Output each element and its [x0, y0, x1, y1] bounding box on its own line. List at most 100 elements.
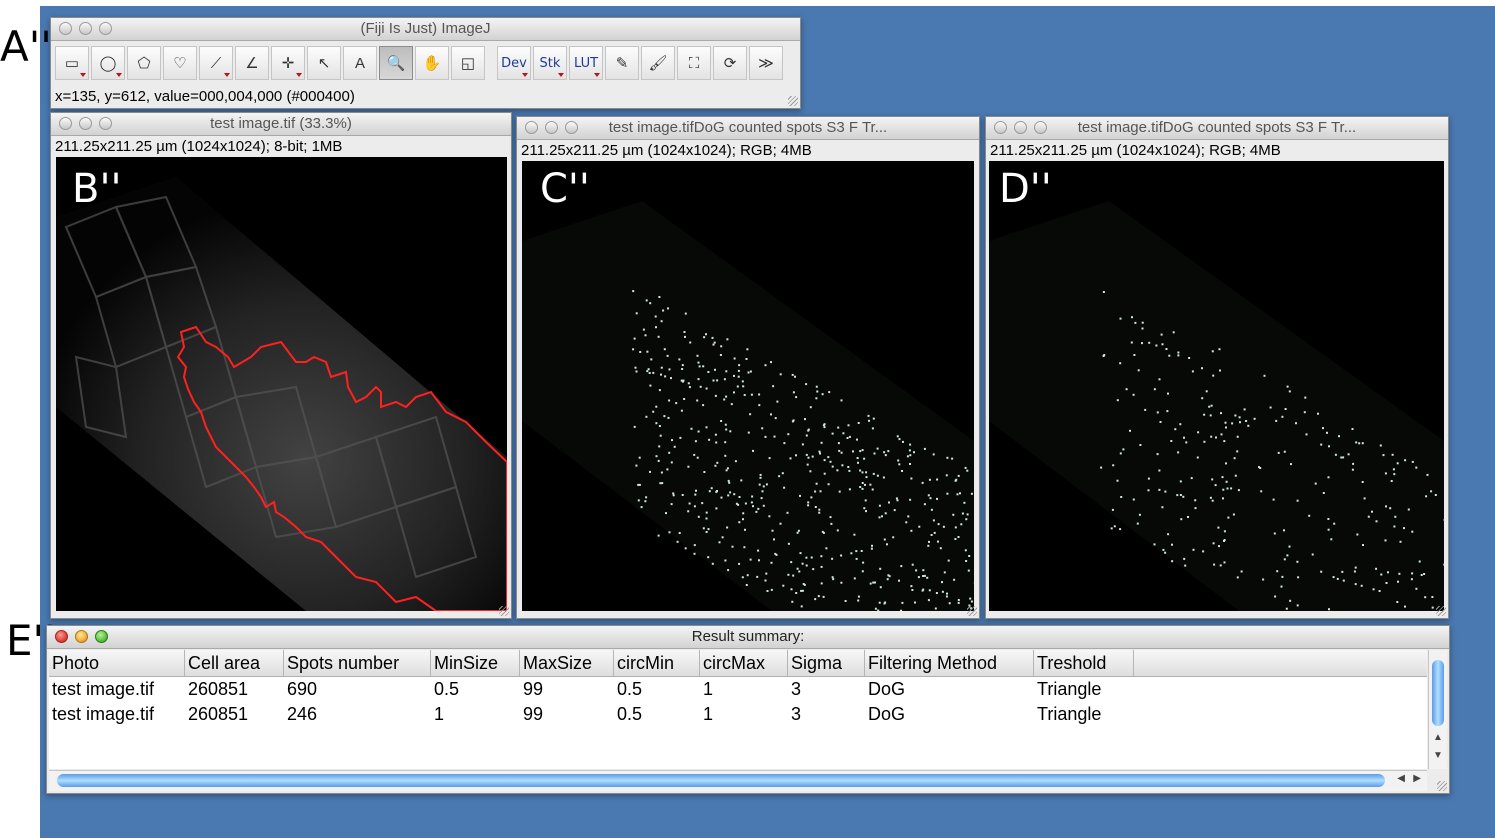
stk-menu-button[interactable]: Stk [533, 46, 567, 80]
text-tool-button[interactable]: A [343, 46, 377, 80]
spot-marker [1311, 553, 1314, 556]
minimize-icon[interactable] [79, 22, 92, 35]
resize-grip-icon[interactable] [1436, 606, 1446, 616]
toolbar-titlebar[interactable]: (Fiji Is Just) ImageJ [51, 18, 800, 41]
minimize-icon[interactable] [545, 121, 558, 134]
spot-marker [1336, 577, 1339, 580]
close-icon[interactable] [55, 630, 68, 643]
resize-grip-icon[interactable] [788, 96, 798, 106]
image-titlebar[interactable]: test image.tif (33.3%) [51, 113, 511, 136]
more-tools-button[interactable]: ≫ [749, 46, 783, 80]
resize-grip-icon[interactable] [967, 606, 977, 616]
spot-marker [724, 559, 727, 562]
spot-marker [676, 540, 679, 543]
vertical-scrollbar[interactable]: ▲ ▼ [1428, 650, 1447, 769]
horizontal-scrollbar[interactable]: ◀ ▶ [49, 770, 1427, 791]
close-icon[interactable] [994, 121, 1007, 134]
resize-grip-icon[interactable] [1437, 781, 1447, 791]
column-header[interactable]: MaxSize [520, 650, 614, 676]
spot-marker [929, 497, 932, 500]
image-canvas[interactable]: D'' [989, 161, 1444, 611]
spot-marker [815, 482, 818, 485]
spot-marker [751, 495, 754, 498]
image-canvas[interactable]: C'' [522, 161, 974, 611]
spot-marker [939, 547, 942, 550]
brush-tool-button[interactable]: 🖌 [641, 46, 675, 80]
spot-marker [645, 415, 648, 418]
zoom-icon[interactable] [95, 630, 108, 643]
image-titlebar[interactable]: test image.tifDoG counted spots S3 F Tr.… [986, 117, 1448, 140]
spot-marker [726, 526, 729, 529]
zoom-icon[interactable] [99, 117, 112, 130]
resize-grip-icon[interactable] [499, 606, 509, 616]
column-header[interactable]: Photo [49, 650, 185, 676]
color-picker-tool-button[interactable]: ◱ [451, 46, 485, 80]
spot-marker [726, 467, 729, 470]
hand-tool-button[interactable]: ✋ [415, 46, 449, 80]
spot-marker [806, 463, 809, 466]
spot-marker [690, 427, 693, 430]
refresh-tool-button[interactable]: ⟳ [713, 46, 747, 80]
scroll-down-icon[interactable]: ▼ [1433, 750, 1443, 761]
spot-marker [729, 430, 732, 433]
spot-marker [1283, 450, 1286, 453]
spot-marker [964, 549, 967, 552]
spot-marker [859, 450, 862, 453]
zoom-icon[interactable] [1034, 121, 1047, 134]
column-header[interactable]: Treshold [1034, 650, 1134, 676]
dev-menu-button[interactable]: Dev [497, 46, 531, 80]
spot-marker [823, 426, 826, 429]
spot-marker [909, 443, 912, 446]
image-canvas[interactable]: B'' [56, 157, 507, 611]
column-header[interactable]: circMax [700, 650, 788, 676]
column-header[interactable]: Spots number [284, 650, 431, 676]
spot-marker [814, 598, 817, 601]
spot-marker [918, 525, 921, 528]
spot-marker [774, 417, 777, 420]
minimize-icon[interactable] [79, 117, 92, 130]
oval-tool-button[interactable]: ◯ [91, 46, 125, 80]
line-tool-button[interactable]: ⟋ [199, 46, 233, 80]
column-header[interactable]: MinSize [431, 650, 520, 676]
spot-marker [1392, 468, 1395, 471]
zoom-icon[interactable] [99, 22, 112, 35]
spot-marker [1212, 542, 1215, 545]
image-titlebar[interactable]: test image.tifDoG counted spots S3 F Tr.… [517, 117, 979, 140]
column-header[interactable]: circMin [614, 650, 700, 676]
horizontal-scroll-thumb[interactable] [57, 774, 1385, 787]
spot-marker [1172, 331, 1175, 334]
status-readout: x=135, y=612, value=000,004,000 (#000400… [55, 88, 355, 105]
magnifier-tool-button[interactable]: 🔍 [379, 46, 413, 80]
rectangle-tool-button[interactable]: ▭ [55, 46, 89, 80]
wand-tool-button[interactable]: ↖ [307, 46, 341, 80]
vertical-scroll-thumb[interactable] [1432, 660, 1444, 726]
results-titlebar[interactable]: Result summary: [47, 626, 1449, 649]
spot-marker [1269, 406, 1272, 409]
spot-marker [790, 561, 793, 564]
spot-marker [672, 494, 675, 497]
spot-marker [756, 575, 759, 578]
spot-marker [892, 536, 895, 539]
minimize-icon[interactable] [75, 630, 88, 643]
point-tool-button[interactable]: ✛ [271, 46, 305, 80]
spot-marker [1296, 604, 1299, 607]
table-row[interactable]: test image.tif 260851 246 1 99 0.5 1 3 DoG Triang… [49, 702, 1427, 727]
close-icon[interactable] [525, 121, 538, 134]
freehand-tool-button[interactable]: ♡ [163, 46, 197, 80]
scroll-up-icon[interactable]: ▲ [1433, 732, 1443, 743]
flood-fill-tool-button[interactable]: ⛶ [677, 46, 711, 80]
close-icon[interactable] [59, 117, 72, 130]
column-header[interactable]: Sigma [788, 650, 865, 676]
polygon-tool-button[interactable]: ⬠ [127, 46, 161, 80]
table-row[interactable]: test image.tif 260851 690 0.5 99 0.5 1 3 DoG Tria… [49, 677, 1427, 702]
angle-tool-button[interactable]: ∠ [235, 46, 269, 80]
scroll-left-icon[interactable]: ◀ [1397, 773, 1405, 784]
column-header[interactable]: Cell area [185, 650, 284, 676]
minimize-icon[interactable] [1014, 121, 1027, 134]
scroll-right-icon[interactable]: ▶ [1413, 773, 1421, 784]
close-icon[interactable] [59, 22, 72, 35]
pencil-tool-button[interactable]: ✎ [605, 46, 639, 80]
zoom-icon[interactable] [565, 121, 578, 134]
lut-menu-button[interactable]: LUT [569, 46, 603, 80]
column-header[interactable]: Filtering Method [865, 650, 1034, 676]
